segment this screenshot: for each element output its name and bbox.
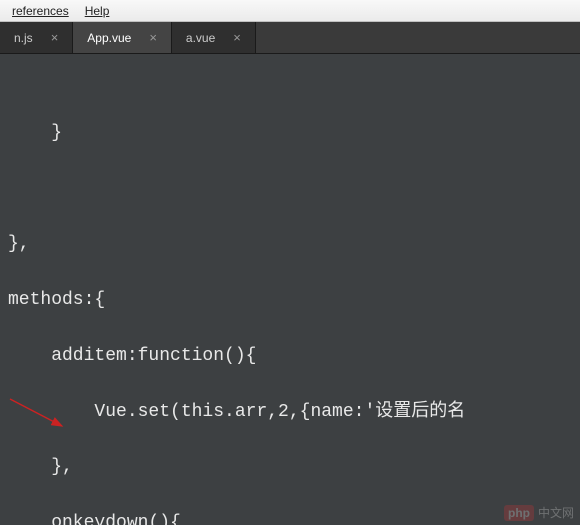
code-line: },	[8, 231, 580, 259]
code-line: additem:function(){	[8, 343, 580, 371]
tab-label: App.vue	[87, 31, 131, 45]
watermark-text: 中文网	[538, 504, 574, 521]
code-line: }	[8, 120, 580, 148]
tabbar: n.js × App.vue × a.vue ×	[0, 22, 580, 54]
menubar: references Help	[0, 0, 580, 22]
watermark-badge: php	[504, 505, 534, 521]
menu-help[interactable]: Help	[77, 2, 118, 20]
watermark: php 中文网	[504, 504, 574, 521]
code-line: },	[8, 454, 580, 482]
tab-app-vue[interactable]: App.vue ×	[73, 22, 172, 53]
tab-label: a.vue	[186, 31, 215, 45]
menu-references[interactable]: references	[4, 2, 77, 20]
code-line: methods:{	[8, 287, 580, 315]
close-icon[interactable]: ×	[233, 31, 241, 44]
code-line: Vue.set(this.arr,2,{name:'设置后的名	[8, 399, 580, 427]
code-editor[interactable]: } }, methods:{ additem:function(){ Vue.s…	[0, 54, 580, 525]
tab-a-vue[interactable]: a.vue ×	[172, 22, 256, 53]
tab-n-js[interactable]: n.js ×	[0, 22, 73, 53]
code-line: onkeydown(){	[8, 510, 580, 525]
close-icon[interactable]: ×	[51, 31, 59, 44]
tab-label: n.js	[14, 31, 33, 45]
close-icon[interactable]: ×	[149, 31, 157, 44]
